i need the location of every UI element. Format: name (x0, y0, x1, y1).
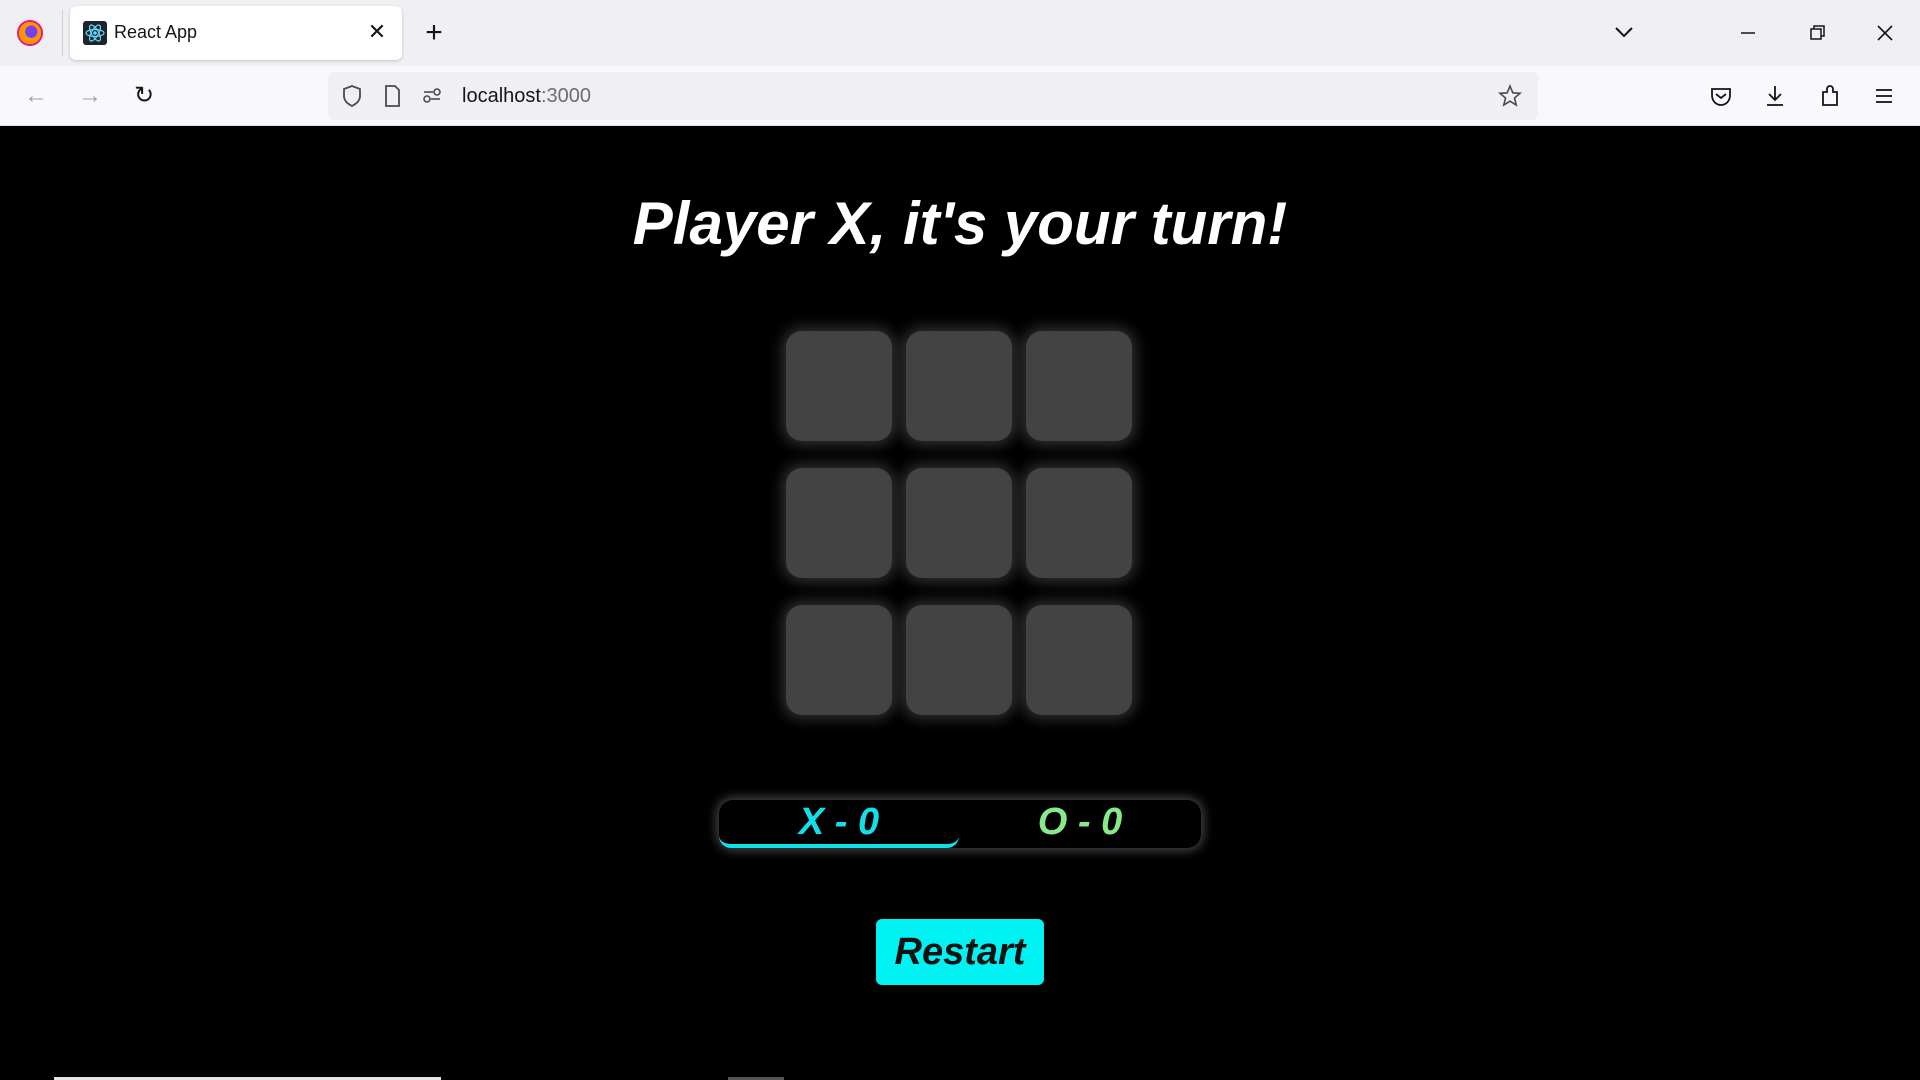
pocket-icon[interactable] (1703, 78, 1739, 114)
forward-icon[interactable]: → (72, 78, 108, 114)
tab-close-icon[interactable]: ✕ (364, 19, 390, 45)
restart-button[interactable]: Restart (876, 919, 1044, 985)
game-board (786, 331, 1134, 719)
tab-separator (62, 10, 63, 56)
active-tab[interactable]: React App ✕ (70, 6, 402, 60)
score-o: O - 0 (1037, 801, 1123, 843)
back-icon[interactable]: ← (18, 78, 54, 114)
board-cell-4[interactable] (786, 468, 892, 578)
close-window-icon[interactable] (1868, 16, 1902, 50)
url-port: :3000 (540, 85, 591, 107)
download-icon[interactable] (1757, 78, 1793, 114)
tab-strip: React App ✕ + (0, 0, 1920, 66)
board-cell-3[interactable] (1026, 331, 1132, 441)
list-all-tabs-icon[interactable] (1610, 18, 1638, 46)
page-icon[interactable] (378, 82, 406, 110)
url-host: localhost (462, 85, 541, 107)
menu-icon[interactable] (1866, 78, 1902, 114)
board-cell-7[interactable] (786, 605, 892, 715)
restore-icon[interactable] (1800, 16, 1834, 50)
permissions-icon[interactable] (418, 82, 446, 110)
shield-icon[interactable] (338, 82, 366, 110)
board-cell-8[interactable] (906, 605, 1012, 715)
bookmark-star-icon[interactable] (1496, 82, 1524, 110)
tab-title: React App (114, 22, 198, 42)
url-text[interactable]: localhost:3000 (462, 85, 591, 108)
minimize-icon[interactable] (1731, 16, 1765, 50)
score-x: X - 0 (719, 800, 959, 848)
turn-status: Player X, it's your turn! (632, 190, 1288, 257)
url-bar[interactable]: localhost:3000 (328, 72, 1538, 120)
reload-icon[interactable]: ↻ (126, 78, 162, 114)
react-favicon-icon (83, 21, 107, 45)
extensions-icon[interactable] (1812, 78, 1848, 114)
board-cell-1[interactable] (786, 331, 892, 441)
nav-toolbar: ← → ↻ localhost:3000 (0, 66, 1920, 126)
page-content: Player X, it's your turn! X - 0 O - 0 Re… (0, 127, 1920, 1080)
new-tab-button[interactable]: + (418, 18, 450, 50)
scoreboard: X - 0 O - 0 (719, 800, 1201, 848)
board-cell-6[interactable] (1026, 468, 1132, 578)
board-cell-9[interactable] (1026, 605, 1132, 715)
firefox-logo-icon (17, 20, 43, 46)
board-cell-2[interactable] (906, 331, 1012, 441)
board-cell-5[interactable] (906, 468, 1012, 578)
